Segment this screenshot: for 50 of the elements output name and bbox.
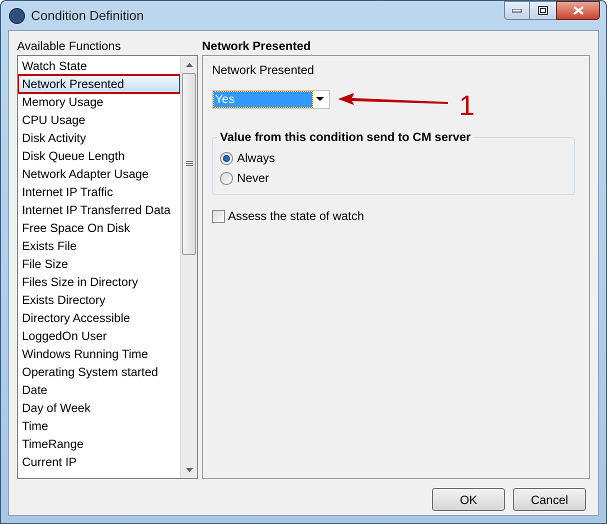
minimize-icon: [512, 8, 522, 12]
scrollbar[interactable]: [180, 56, 197, 478]
list-item[interactable]: Network Adapter Usage: [18, 165, 180, 183]
list-item[interactable]: Day of Week: [18, 399, 180, 417]
panel-title: Network Presented: [202, 38, 312, 55]
list-item[interactable]: Files Size in Directory: [18, 273, 180, 291]
list-item[interactable]: Exists Directory: [18, 291, 180, 309]
field-label: Network Presented: [212, 62, 316, 78]
maximize-icon: [538, 6, 548, 15]
list-label: Available Functions: [17, 38, 122, 55]
list-item[interactable]: Windows Running Time: [18, 345, 180, 363]
radio-button[interactable]: [220, 152, 233, 164]
scroll-up-icon: [186, 62, 192, 66]
dialog-button[interactable]: OK: [432, 488, 505, 511]
list-item[interactable]: File Size: [18, 255, 180, 273]
radio-button[interactable]: [220, 172, 233, 184]
grip-icon: [186, 161, 192, 167]
list-item[interactable]: CPU Usage: [18, 111, 180, 129]
list-item[interactable]: Time: [18, 417, 180, 435]
close-icon: [572, 6, 584, 15]
group-title: Value from this condition send to CM server: [218, 130, 473, 144]
functions-list[interactable]: [17, 55, 198, 479]
list-item[interactable]: Memory Usage: [18, 93, 180, 111]
list-item[interactable]: Date: [18, 381, 180, 399]
list-item[interactable]: Directory Accessible: [18, 309, 180, 327]
list-item[interactable]: LoggedOn User: [18, 327, 180, 345]
list-item[interactable]: Exists File: [18, 237, 180, 255]
list-item[interactable]: Internet IP Transferred Data: [18, 201, 180, 219]
list-item[interactable]: Free Space On Disk: [18, 219, 180, 237]
maximize-button[interactable]: [530, 1, 556, 20]
list-item[interactable]: Current IP: [18, 453, 180, 471]
checkbox[interactable]: [212, 210, 225, 222]
dialog-button[interactable]: Cancel: [513, 488, 586, 511]
close-button[interactable]: [556, 1, 600, 20]
list-item[interactable]: Operating System started: [18, 363, 180, 381]
annotation-number: 1: [459, 92, 475, 120]
radio-label: Never: [237, 170, 270, 187]
list-item[interactable]: Network Presented: [18, 75, 180, 93]
app-icon: [9, 8, 25, 24]
scroll-down-icon: [186, 468, 192, 472]
window-title: Condition Definition: [31, 6, 144, 25]
radio-label: Always: [237, 150, 276, 167]
scroll-thumb[interactable]: [182, 73, 196, 255]
list-item[interactable]: TimeRange: [18, 435, 180, 453]
list-item[interactable]: Disk Queue Length: [18, 147, 180, 165]
list-item[interactable]: Internet IP Traffic: [18, 183, 180, 201]
list-item[interactable]: Watch State: [18, 57, 180, 75]
minimize-button[interactable]: [504, 1, 530, 20]
list-item[interactable]: Disk Activity: [18, 129, 180, 147]
checkbox-label: Assess the state of watch: [228, 208, 364, 225]
